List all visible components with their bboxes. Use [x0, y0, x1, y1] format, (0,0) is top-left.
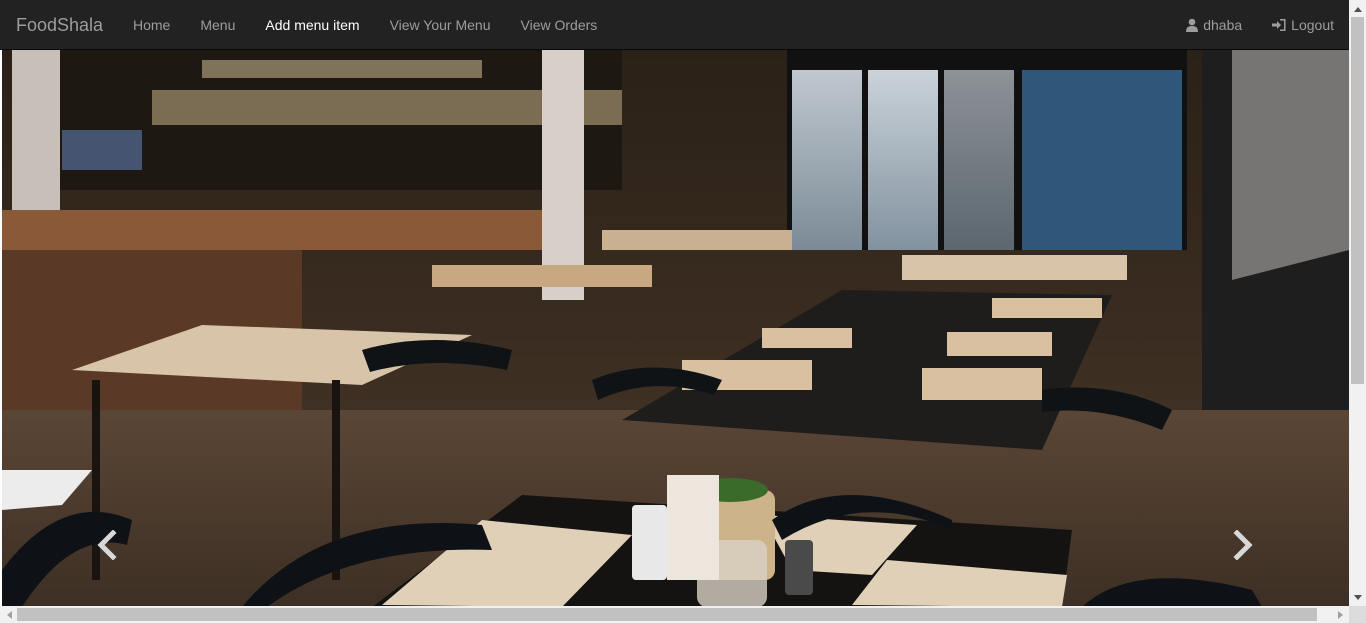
chevron-left-icon	[97, 530, 117, 560]
nav-menu[interactable]: Menu	[185, 0, 250, 50]
log-in-icon	[1272, 19, 1286, 31]
nav-add-menu-item[interactable]: Add menu item	[250, 0, 374, 50]
carousel-previous-button[interactable]	[86, 530, 126, 560]
scroll-left-arrow-icon[interactable]	[0, 606, 17, 623]
logout-label: Logout	[1291, 17, 1334, 33]
logout-link[interactable]: Logout	[1257, 0, 1349, 50]
scroll-down-arrow-icon[interactable]	[1349, 589, 1366, 606]
user-nav: dhaba Logout	[1170, 0, 1349, 50]
chevron-right-icon	[1233, 530, 1253, 560]
user-name: dhaba	[1203, 17, 1243, 33]
horizontal-scroll-thumb[interactable]	[17, 608, 1317, 621]
hero-carousel	[2, 50, 1349, 607]
horizontal-scrollbar[interactable]	[0, 606, 1349, 623]
vertical-scroll-thumb[interactable]	[1351, 17, 1364, 384]
scroll-up-arrow-icon[interactable]	[1349, 0, 1366, 17]
scroll-right-arrow-icon[interactable]	[1332, 606, 1349, 623]
carousel-next-button[interactable]	[1224, 530, 1264, 560]
top-navbar: FoodShala Home Menu Add menu item View Y…	[0, 0, 1349, 50]
nav-view-your-menu[interactable]: View Your Menu	[375, 0, 506, 50]
nav-view-orders[interactable]: View Orders	[506, 0, 613, 50]
vertical-scrollbar[interactable]	[1349, 0, 1366, 606]
brand-link[interactable]: FoodShala	[16, 0, 103, 50]
scrollbar-corner	[1349, 606, 1366, 623]
user-link[interactable]: dhaba	[1170, 0, 1257, 50]
nav-home[interactable]: Home	[118, 0, 185, 50]
main-nav: Home Menu Add menu item View Your Menu V…	[118, 0, 612, 50]
user-icon	[1186, 18, 1199, 32]
restaurant-interior-photo	[2, 50, 1349, 607]
